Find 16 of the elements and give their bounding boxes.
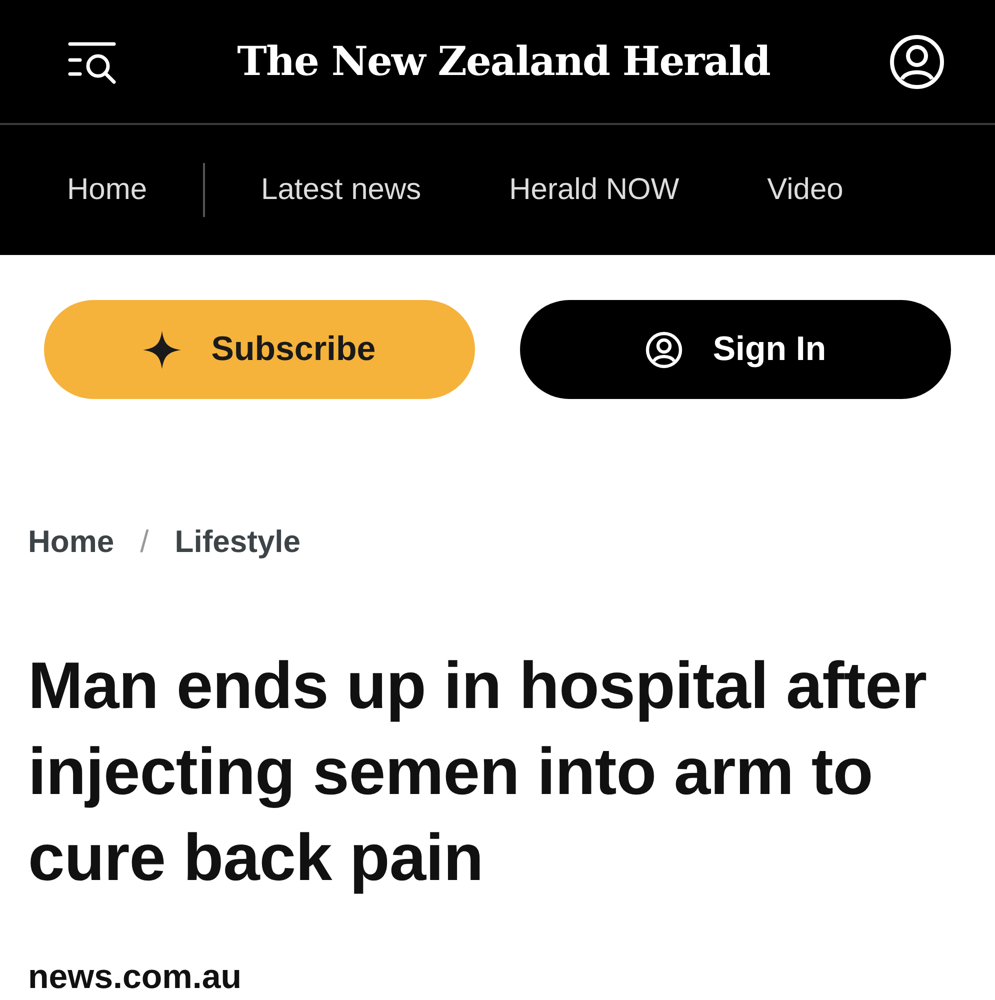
account-icon[interactable] xyxy=(889,34,945,90)
breadcrumb-link[interactable]: Home xyxy=(28,524,114,560)
account-icon xyxy=(644,330,683,368)
source-label: news.com.au xyxy=(28,958,243,997)
logo[interactable]: The New Zealand Herald xyxy=(237,38,770,85)
nav-link[interactable]: Latest news xyxy=(261,173,422,207)
nav-link[interactable]: Herald NOW xyxy=(509,173,680,207)
headline: Man ends up in hospital after injecting semen into arm to cure back pain xyxy=(28,647,928,896)
menu-search-icon[interactable] xyxy=(68,40,118,84)
breadcrumb-link[interactable]: Lifestyle xyxy=(174,524,301,560)
nav-link[interactable]: Video xyxy=(767,173,844,207)
breadcrumb-separator: / xyxy=(140,524,149,560)
subscribe-button[interactable]: Subscribe xyxy=(44,300,475,399)
sign-in-button[interactable]: Sign In xyxy=(520,300,951,399)
sparkle-icon xyxy=(143,330,182,368)
nav-link[interactable]: Home xyxy=(67,173,148,207)
